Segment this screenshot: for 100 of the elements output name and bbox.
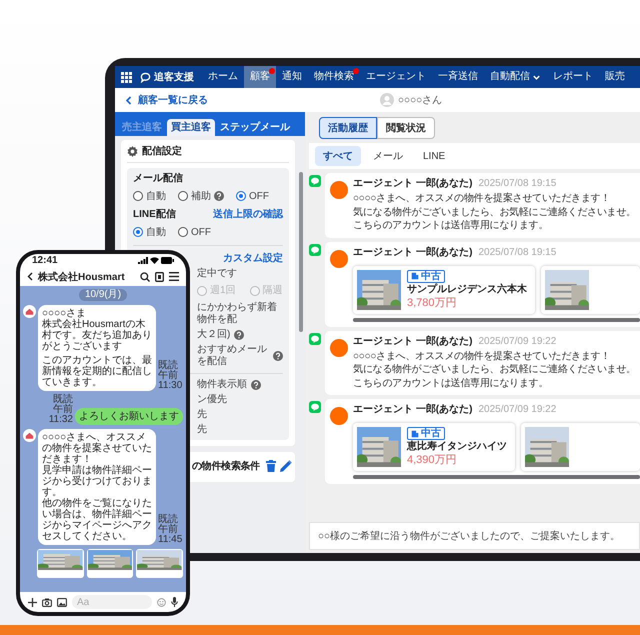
radio-button[interactable] <box>178 191 188 201</box>
date-label: 10/9(月) <box>78 289 128 301</box>
radio-button[interactable] <box>133 227 143 237</box>
message-time: 午前11:45 <box>158 525 184 545</box>
author-name: エージェント 一郎(あなた) <box>353 246 472 258</box>
image-icon[interactable] <box>57 598 67 606</box>
battery-icon <box>161 257 174 264</box>
signal-icon <box>138 257 148 264</box>
scrollbar[interactable] <box>353 475 640 479</box>
customer-name: ○○○○さん <box>398 94 442 107</box>
property-price: 3,780万円 <box>407 296 458 310</box>
avatar-icon <box>330 338 348 356</box>
option-label: 週1回 <box>210 285 236 297</box>
message-text: 株式会社Housmartの木村です。友だち追加ありがとうございます <box>42 319 152 352</box>
sort-option: ン優先 <box>197 394 227 405</box>
avatar-icon <box>380 93 394 107</box>
building-icon <box>411 430 419 438</box>
link[interactable]: 送信上限の確認 <box>213 207 283 221</box>
option-label: 自動 <box>146 226 166 239</box>
nav-tab[interactable]: ホーム <box>202 66 244 88</box>
tab[interactable]: ステップメール <box>216 119 294 136</box>
option-label: OFF <box>249 190 269 202</box>
option-label: OFF <box>191 226 211 238</box>
grid-menu-icon[interactable] <box>121 72 132 82</box>
message-text: ○○○○さまへ、オススメの物件を提案させていただきます！ <box>353 193 612 206</box>
link[interactable]: カスタム設定 <box>223 251 283 265</box>
tag-label: 中古 <box>421 270 441 282</box>
author-name: エージェント 一郎(あなた) <box>353 177 472 190</box>
avatar-icon <box>330 181 348 199</box>
message-field[interactable]: ○○様のご希望に沿う物件がございましたので、ご提案いたします。 <box>309 522 640 550</box>
avatar-icon <box>330 250 348 268</box>
search-icon[interactable] <box>140 272 150 282</box>
message-text: 気になる物件がございましたら、お気軽にご連絡くださいませ。 <box>353 364 637 376</box>
property-card[interactable] <box>86 549 134 578</box>
property-card[interactable]: 中古 恵比寿イタンジハイツ 4,390万円 <box>353 423 515 471</box>
sort-option: 先 <box>197 409 207 420</box>
logo-text: 追客支援 <box>154 70 194 84</box>
property-name: サンプルレジデンス六本木 <box>407 284 527 296</box>
nav-tab[interactable]: エージェント <box>360 66 432 88</box>
card-title: 配信設定 <box>142 144 182 158</box>
message-time: 午前11:32 <box>48 405 73 425</box>
tab[interactable]: 買主追客 <box>167 119 215 136</box>
line-app-icon <box>309 332 321 344</box>
line-app-icon <box>309 244 321 256</box>
nav-tab[interactable]: 販売 <box>599 66 631 88</box>
note-icon[interactable] <box>155 272 164 282</box>
description-text: 大２回) <box>197 329 230 341</box>
message-text: こちらのアカウントは送信専用になります。 <box>353 220 549 232</box>
wifi-icon <box>150 257 159 264</box>
nav-tab[interactable]: 顧客 <box>244 66 276 88</box>
radio-button[interactable] <box>133 191 143 201</box>
scrollbar[interactable] <box>299 172 303 332</box>
nav-tab[interactable]: 物件検索 <box>308 66 360 88</box>
nav-tab[interactable]: 一斉送信 <box>432 66 484 88</box>
message-text: よろしくお願いします <box>79 411 179 422</box>
property-card[interactable] <box>136 549 184 578</box>
account-avatar-icon <box>23 305 36 318</box>
back-icon[interactable] <box>27 272 33 281</box>
message-text: ○○○○さま <box>42 308 88 319</box>
filter-tab[interactable]: すべて <box>315 146 361 166</box>
property-card[interactable] <box>541 266 640 314</box>
account-avatar-icon <box>23 429 36 442</box>
menu-icon[interactable] <box>169 272 179 281</box>
description-text: にかかわらず新着物件を配 <box>197 302 278 326</box>
sort-label: 物件表示順 <box>197 379 247 391</box>
property-card[interactable]: 中古 サンプルレジデンス六本木 3,780万円 <box>353 266 535 314</box>
radio-button[interactable] <box>236 191 246 201</box>
message-text: 見学申請は物件詳細ページから受けつけております。 <box>42 465 152 498</box>
property-card[interactable] <box>521 423 640 471</box>
radio-button[interactable] <box>178 227 188 237</box>
plus-icon[interactable] <box>28 598 37 606</box>
scrollbar[interactable] <box>353 318 640 322</box>
filter-tab[interactable]: LINE <box>415 148 454 164</box>
description-text: おすすめメールを配信 <box>197 344 268 368</box>
tag-label: 中古 <box>421 428 441 439</box>
section-label: LINE配信 <box>133 208 176 220</box>
filter-tab[interactable]: メール <box>365 146 411 166</box>
back-chevron-icon <box>125 96 132 104</box>
message-text: 他の物件をご覧になりたい場合は、物件詳細ページからマイページへアクセスしてください。 <box>42 498 152 542</box>
camera-icon[interactable] <box>42 598 52 606</box>
pencil-icon[interactable] <box>280 460 292 472</box>
microphone-icon[interactable] <box>171 597 178 607</box>
nav-tab[interactable]: 自動配信 <box>484 66 547 88</box>
emoji-icon[interactable] <box>157 598 166 606</box>
back-link[interactable]: 顧客一覧に戻る <box>125 93 208 107</box>
property-card[interactable] <box>37 549 84 578</box>
message-input[interactable]: Aa <box>72 595 152 609</box>
timestamp: 2025/07/08 19:15 <box>478 246 556 258</box>
nav-tab[interactable]: 通知 <box>276 66 308 88</box>
nav-tab[interactable]: レポート <box>547 66 599 88</box>
status-text: 定中です <box>197 268 237 279</box>
trash-icon[interactable] <box>266 460 276 472</box>
message-text: ○○○○さまへ、オススメの物件を提案させていただきます！ <box>42 432 152 465</box>
message-text: ○○○○さまへ、オススメの物件を提案させていただきます！ <box>353 350 612 363</box>
message-text: 気になる物件がございましたら、お気軽にご連絡くださいませ。 <box>353 206 637 219</box>
timestamp: 2025/07/09 19:22 <box>478 403 556 416</box>
sort-option: 先 <box>197 424 207 435</box>
author-name: エージェント 一郎(あなた) <box>353 403 472 416</box>
view-toggle-button[interactable]: 閲覧状況 <box>377 117 435 139</box>
view-toggle-button[interactable]: 活動履歴 <box>319 117 377 139</box>
